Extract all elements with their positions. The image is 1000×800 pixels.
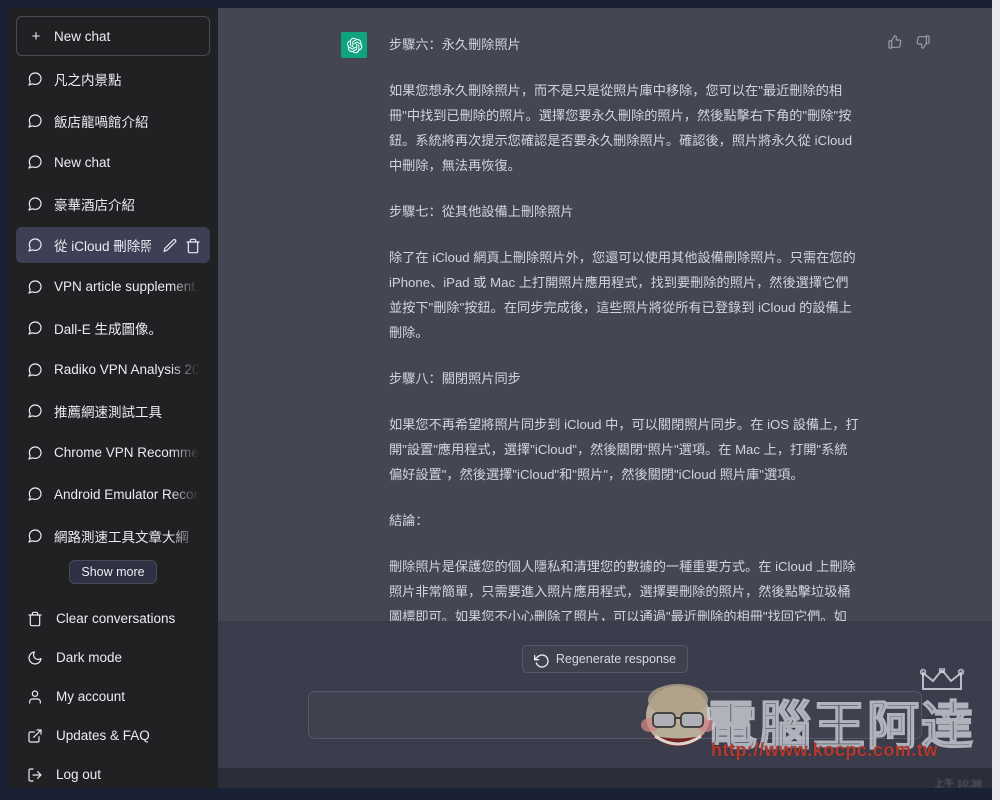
chat-bubble-icon [27,403,43,419]
external-link-icon [27,728,43,744]
chat-bubble-icon [27,486,43,502]
regenerate-response-button[interactable]: Regenerate response [521,645,689,673]
sidebar-footer-item[interactable]: Dark mode [16,638,210,677]
message-paragraph: 如果您想永久刪除照片，而不是只是從照片庫中移除，您可以在"最近刪除的相冊"中找到… [389,83,853,173]
conversation-item[interactable]: 凡之内景點 [16,61,210,97]
conversation-title: 凡之内景點 [54,73,122,88]
trash-icon [27,611,43,627]
prompt-input-box[interactable] [308,691,922,739]
chatgpt-window: + New chat 凡之内景點飯店龍喎館介紹 New chat 豪華酒店介紹從 i… [8,8,992,788]
conversation-item[interactable]: New chat [16,144,210,180]
chat-bubble-icon [27,362,43,378]
conversation-item[interactable]: 網路測速工具文章大綱 [16,518,210,554]
main-panel: 步驟六：永久刪除照片如果您想永久刪除照片，而不是只是從照片庫中移除，您可以在"最… [218,8,992,788]
sidebar-footer-item[interactable]: Log out [16,755,210,788]
thumbs-down-icon[interactable] [915,34,931,50]
sidebar-footer-label: Dark mode [56,650,123,665]
window-frame-top [0,0,1000,8]
conversation-scroll[interactable]: 步驟六：永久刪除照片如果您想永久刪除照片，而不是只是從照片庫中移除，您可以在"最… [218,8,992,621]
window-frame-left [0,0,8,800]
regenerate-row: Regenerate response [218,645,992,673]
conversation-title: Android Emulator Recommendation [54,486,199,502]
message-paragraph: 步驟六：永久刪除照片 [389,37,521,52]
assistant-message: 步驟六：永久刪除照片如果您想永久刪除照片，而不是只是從照片庫中移除，您可以在"最… [218,8,992,621]
conversation-title: VPN article supplement. [54,279,199,294]
message-text: 步驟六：永久刪除照片如果您想永久刪除照片，而不是只是從照片庫中移除，您可以在"最… [389,32,859,621]
window-frame-right [992,0,1000,800]
conversation-title: Dall-E 生成圖像。 [54,322,163,337]
message-paragraph: 步驟八：關閉照片同步 [389,371,521,386]
bottom-note: 上午 10:38 [934,779,982,788]
conversation-item[interactable]: Android Emulator Recommendation [16,476,210,512]
chat-bubble-icon [27,113,43,129]
bottom-strip: 上午 10:38 [218,768,992,788]
conversation-item[interactable]: 飯店龍喎館介紹 [16,103,210,139]
conversation-actions [162,238,200,254]
moon-icon [27,650,43,666]
chat-bubble-icon [27,445,43,461]
conversation-item[interactable]: Chrome VPN Recommendation [16,435,210,471]
conversation-title: 網路測速工具文章大綱 [54,529,189,545]
show-more-wrap: Show more [16,560,210,584]
chat-bubble-icon [27,279,43,295]
sidebar-footer-menu: Clear conversations Dark mode My account Up… [16,599,210,788]
message-paragraph: 如果您不再希望將照片同步到 iCloud 中，可以關閉照片同步。在 iOS 設備… [389,417,859,482]
window-frame-bottom [0,788,1000,800]
chat-bubble-icon [27,528,43,544]
conversation-item[interactable]: VPN article supplement. [16,269,210,305]
prompt-input[interactable] [309,692,921,738]
person-icon [27,689,43,705]
conversation-title: 推薦網速測試工具 [54,405,162,420]
message-paragraph: 步驟七：從其他設備上刪除照片 [389,204,574,219]
plus-icon: + [31,27,41,45]
conversation-item[interactable]: 從 iCloud 刪除照片 [16,227,210,263]
pencil-icon[interactable] [162,238,177,252]
new-chat-button[interactable]: + New chat [16,16,210,56]
sidebar-footer-label: Clear conversations [56,611,176,626]
regenerate-response-label: Regenerate response [555,652,677,666]
trash-icon[interactable] [185,238,200,254]
conversation-title: 飯店龍喎館介紹 [54,114,149,130]
chatgpt-logo-icon [346,37,362,53]
show-more-button[interactable]: Show more [69,560,157,584]
chat-bubble-icon [27,237,43,253]
conversation-title: 從 iCloud 刪除照片 [54,239,151,254]
new-chat-label: New chat [54,28,111,44]
message-paragraph: 刪除照片是保護您的個人隱私和清理您的數據的一種重要方式。在 iCloud 上刪除… [389,559,856,621]
composer-region: Regenerate response 上午 10:38 [218,621,992,788]
chat-bubble-icon [27,196,43,212]
app-root: + New chat 凡之内景點飯店龍喎館介紹 New chat 豪華酒店介紹從 i… [0,0,1000,800]
chat-bubble-icon [27,320,43,336]
message-paragraph: 結論： [389,513,429,528]
thumbs-up-icon[interactable] [887,34,903,50]
refresh-icon [533,653,549,668]
chat-bubble-icon [27,71,43,87]
sidebar-footer-item[interactable]: Updates & FAQ [16,716,210,755]
conversation-item[interactable]: Radiko VPN Analysis 2023 [16,352,210,388]
message-actions [887,32,931,621]
conversation-list: 凡之内景點飯店龍喎館介紹 New chat 豪華酒店介紹從 iCloud 刪除照片 V… [16,61,210,559]
conversation-title: New chat [54,154,111,170]
sidebar: + New chat 凡之内景點飯店龍喎館介紹 New chat 豪華酒店介紹從 i… [8,8,218,788]
sidebar-footer-label: Updates & FAQ [56,728,150,743]
conversation-item[interactable]: Dall-E 生成圖像。 [16,310,210,346]
sidebar-footer-item[interactable]: My account [16,677,210,716]
message-paragraph: 除了在 iCloud 網頁上刪除照片外，您還可以使用其他設備刪除照片。只需在您的… [389,250,856,340]
chat-bubble-icon [27,154,43,170]
conversation-title: Chrome VPN Recommendation [54,445,199,460]
conversation-title: Radiko VPN Analysis 2023 [54,362,199,377]
conversation-item[interactable]: 推薦網速測試工具 [16,393,210,429]
sidebar-footer-item[interactable]: Clear conversations [16,599,210,638]
sidebar-footer-label: Log out [56,767,102,782]
logout-icon [27,767,43,783]
conversation-title: 豪華酒店介紹 [54,197,135,213]
avatar [341,32,367,58]
conversation-item[interactable]: 豪華酒店介紹 [16,186,210,222]
sidebar-footer-label: My account [56,689,126,704]
